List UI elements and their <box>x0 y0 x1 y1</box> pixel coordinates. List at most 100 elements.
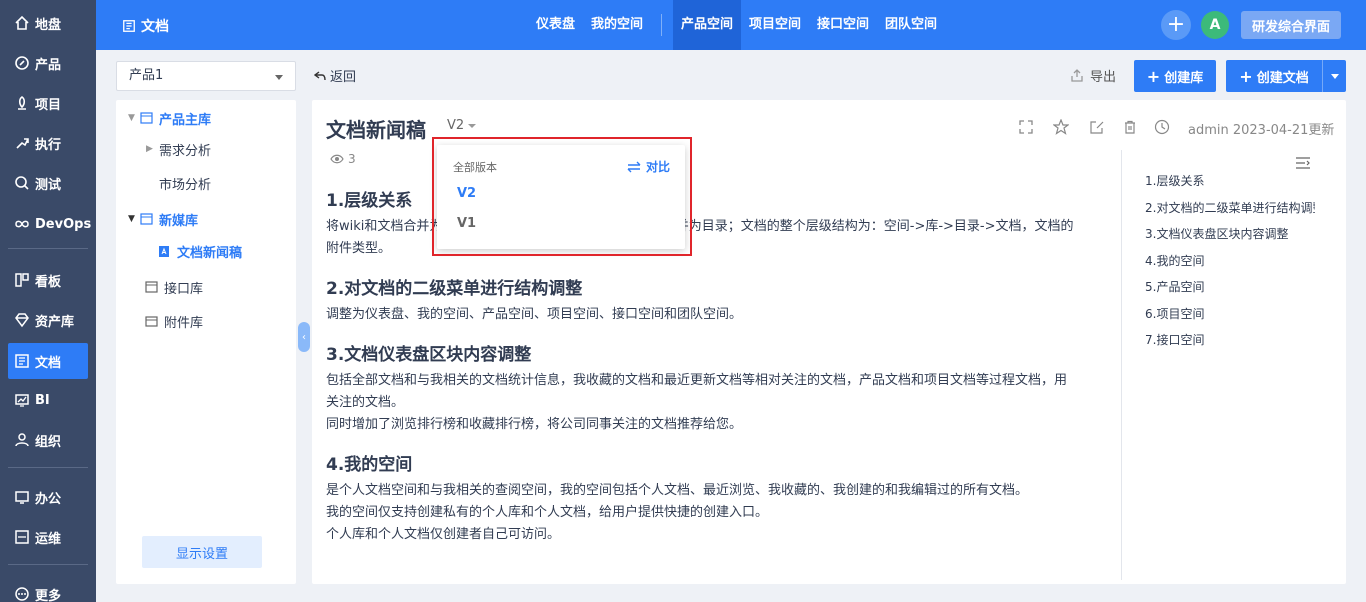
global-add-button[interactable]: + <box>1161 10 1191 40</box>
nav-item-asset[interactable]: 资产库 <box>8 302 88 338</box>
tab-dashboard[interactable]: 仪表盘 <box>528 0 583 50</box>
office-icon <box>14 489 30 505</box>
bi-icon <box>14 392 30 408</box>
create-doc-button[interactable]: + 创建文档 <box>1226 60 1322 92</box>
history-icon[interactable] <box>1153 118 1171 136</box>
tree-item-doc-news[interactable]: 文档新闻稿 <box>116 237 296 265</box>
create-doc-label: 创建文档 <box>1256 70 1309 86</box>
nav-label: 看板 <box>35 274 62 290</box>
version-select-value: V2 <box>447 118 465 133</box>
toc-item[interactable]: 1.层级关系 <box>1145 172 1315 189</box>
export-icon <box>1070 68 1084 83</box>
left-nav: 地盘 产品 项目 执行 测试 DevOps 看板 资产库 文档 BI 组织 办公… <box>0 0 96 602</box>
version-select[interactable]: V2 <box>447 118 477 133</box>
nav-divider <box>8 564 88 565</box>
nav-item-org[interactable]: 组织 <box>8 422 88 458</box>
api-library-icon <box>145 281 159 293</box>
tree-item-new-media-lib[interactable]: ▼ 新媒库 <box>116 205 296 233</box>
plus-icon: + <box>1239 66 1253 86</box>
export-button[interactable]: 导出 <box>1070 66 1116 85</box>
kanban-icon <box>14 272 30 288</box>
nav-label: DevOps <box>35 216 92 232</box>
edit-icon[interactable] <box>1088 118 1106 136</box>
nav-item-doc[interactable]: 文档 <box>8 343 88 379</box>
tab-my-space[interactable]: 我的空间 <box>583 0 651 50</box>
caret-down-icon: ▼ <box>128 113 135 123</box>
attachment-library-icon <box>145 315 159 327</box>
toc-item[interactable]: 5.产品空间 <box>1145 278 1315 295</box>
section-heading: 3.文档仪表盘区块内容调整 <box>326 345 532 365</box>
tab-team-space[interactable]: 团队空间 <box>877 0 945 50</box>
table-of-contents: 1.层级关系 2.对文档的二级菜单进行结构调整 3.文档仪表盘区块内容调整 4.… <box>1121 150 1346 580</box>
nav-item-product[interactable]: 产品 <box>8 45 88 81</box>
tab-api-space[interactable]: 接口空间 <box>809 0 877 50</box>
nav-item-kanban[interactable]: 看板 <box>8 262 88 298</box>
highlight-box <box>432 137 692 256</box>
toc-item[interactable]: 2.对文档的二级菜单进行结构调整 <box>1145 199 1315 216</box>
delete-icon[interactable] <box>1121 118 1139 136</box>
tree-item-market-analysis[interactable]: 市场分析 <box>116 169 296 197</box>
eye-icon <box>330 154 344 164</box>
tree-item-product-lib[interactable]: ▼ 产品主库 <box>116 104 296 132</box>
nav-label: 测试 <box>35 177 62 193</box>
view-count-value: 3 <box>348 152 356 166</box>
paragraph: 我的空间仅支持创建私有的个人库和个人文档，给用户提供快捷的创建入口。 <box>326 505 769 520</box>
doc-icon <box>14 353 30 369</box>
tree-item-api-lib[interactable]: 接口库 <box>116 273 296 301</box>
toc-item[interactable]: 7.接口空间 <box>1145 331 1315 348</box>
nav-item-dashboard[interactable]: 地盘 <box>8 5 88 41</box>
paragraph: 关注的文档。 <box>326 395 405 410</box>
display-settings-button[interactable]: 显示设置 <box>142 536 262 568</box>
back-button[interactable]: 返回 <box>314 66 356 85</box>
fullscreen-icon[interactable] <box>1017 118 1035 136</box>
tree-label: 市场分析 <box>159 177 212 193</box>
toc-item[interactable]: 3.文档仪表盘区块内容调整 <box>1145 225 1315 242</box>
avatar[interactable]: A <box>1201 11 1229 39</box>
chevron-down-icon <box>275 75 283 80</box>
home-icon <box>14 15 30 31</box>
product-select[interactable]: 产品1 <box>116 61 296 91</box>
topbar-divider <box>661 14 662 36</box>
nav-item-more[interactable]: 更多 <box>8 576 88 602</box>
outline-toggle-icon[interactable] <box>1295 156 1311 170</box>
chevron-left-icon: ‹ <box>302 331 306 343</box>
project-icon <box>14 95 30 111</box>
toc-item[interactable]: 4.我的空间 <box>1145 252 1315 269</box>
nav-item-test[interactable]: 测试 <box>8 165 88 201</box>
caret-down-icon: ▼ <box>128 214 135 224</box>
toc-item[interactable]: 6.项目空间 <box>1145 305 1315 322</box>
doc-title: 文档新闻稿 <box>326 118 426 142</box>
nav-item-execution[interactable]: 执行 <box>8 125 88 161</box>
sidebar-collapse-handle[interactable]: ‹ <box>298 322 310 352</box>
create-doc-dropdown-toggle[interactable] <box>1322 60 1346 92</box>
nav-item-project[interactable]: 项目 <box>8 85 88 121</box>
nav-label: 项目 <box>35 97 62 113</box>
export-label: 导出 <box>1090 70 1117 85</box>
create-lib-button[interactable]: + 创建库 <box>1134 60 1216 92</box>
tree-item-req-analysis[interactable]: ▶ 需求分析 <box>116 135 296 163</box>
tree-label: 新媒库 <box>159 213 199 229</box>
section-heading: 2.对文档的二级菜单进行结构调整 <box>326 279 583 299</box>
tab-product-space[interactable]: 产品空间 <box>673 0 742 50</box>
module-title: 文档 <box>122 16 169 36</box>
nav-item-bi[interactable]: BI <box>8 382 88 418</box>
product-select-value: 产品1 <box>129 68 164 83</box>
nav-label: 更多 <box>35 588 62 602</box>
nav-item-ops[interactable]: 运维 <box>8 519 88 555</box>
view-count: 3 <box>330 152 356 166</box>
paragraph: 包括全部文档和与我相关的文档统计信息，我收藏的文档和最近更新文档等相对关注的文档… <box>326 373 1068 388</box>
tab-project-space[interactable]: 项目空间 <box>741 0 809 50</box>
nav-label: 组织 <box>35 434 62 450</box>
nav-divider <box>8 467 88 468</box>
test-icon <box>14 175 30 191</box>
top-bar: 文档 仪表盘 我的空间 产品空间 项目空间 接口空间 团队空间 + A 研发综合… <box>96 0 1366 50</box>
space-switcher[interactable]: 研发综合界面 <box>1241 11 1341 39</box>
star-icon[interactable] <box>1052 118 1070 136</box>
plus-icon: + <box>1146 66 1161 86</box>
paragraph: 调整为仪表盘、我的空间、产品空间、项目空间、接口空间和团队空间。 <box>326 307 743 322</box>
nav-item-devops[interactable]: DevOps <box>8 206 92 242</box>
nav-item-office[interactable]: 办公 <box>8 479 88 515</box>
nav-label: 办公 <box>35 491 62 507</box>
tree-item-attach-lib[interactable]: 附件库 <box>116 307 296 335</box>
asset-icon <box>14 312 30 328</box>
